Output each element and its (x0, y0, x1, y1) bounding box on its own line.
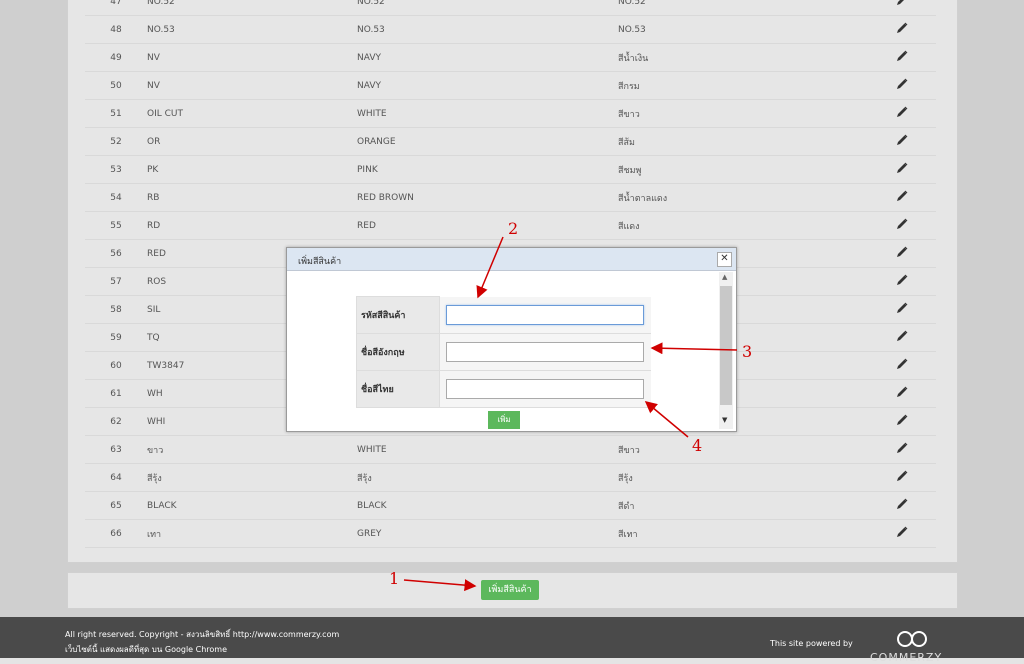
annotation-2: 2 (508, 219, 519, 238)
annotation-arrow-1 (403, 579, 477, 592)
annotation-3: 3 (742, 342, 753, 361)
annotation-arrow-4 (644, 401, 689, 438)
annotation-1: 1 (389, 569, 400, 588)
annotation-arrows (403, 236, 738, 592)
annotation-arrow-2 (476, 236, 504, 299)
annotation-arrow-3 (650, 342, 738, 355)
annotation-4: 4 (692, 436, 703, 455)
